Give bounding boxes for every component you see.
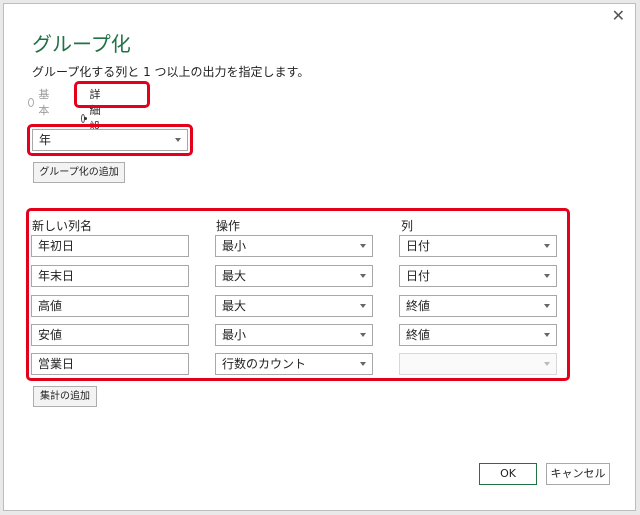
cancel-button[interactable]: キャンセル — [546, 463, 610, 485]
highlight-group-by — [27, 124, 193, 156]
column-value: 日付 — [406, 239, 431, 253]
operation-value: 最小 — [222, 328, 247, 342]
highlight-advanced — [74, 81, 150, 108]
chevron-down-icon — [360, 304, 366, 308]
column-select[interactable]: 日付 — [399, 265, 557, 287]
column-value: 終値 — [406, 299, 431, 313]
operation-value: 行数のカウント — [222, 357, 307, 371]
column-select-disabled — [399, 353, 557, 375]
add-aggregation-button[interactable]: 集計の追加 — [33, 386, 97, 407]
radio-basic-label: 基本 — [38, 88, 50, 117]
new-column-name-input[interactable]: 安値 — [31, 324, 189, 346]
new-column-name-input[interactable]: 高値 — [31, 295, 189, 317]
column-select[interactable]: 終値 — [399, 324, 557, 346]
radio-basic-circle-icon — [28, 97, 35, 107]
radio-advanced-circle-icon — [81, 113, 88, 123]
dialog-title: グループ化 — [32, 32, 131, 56]
operation-select[interactable]: 行数のカウント — [215, 353, 373, 375]
chevron-down-icon — [360, 274, 366, 278]
close-icon[interactable]: ✕ — [612, 8, 625, 24]
new-column-name-input[interactable]: 営業日 — [31, 353, 189, 375]
operation-value: 最大 — [222, 269, 247, 283]
chevron-down-icon — [360, 244, 366, 248]
chevron-down-icon — [544, 362, 550, 366]
column-select[interactable]: 終値 — [399, 295, 557, 317]
column-value: 終値 — [406, 328, 431, 342]
operation-select[interactable]: 最大 — [215, 295, 373, 317]
operation-select[interactable]: 最大 — [215, 265, 373, 287]
new-column-name-input[interactable]: 年初日 — [31, 235, 189, 257]
chevron-down-icon — [544, 274, 550, 278]
radio-basic[interactable]: 基本 — [28, 86, 52, 118]
add-grouping-button[interactable]: グループ化の追加 — [33, 162, 125, 183]
operation-select[interactable]: 最小 — [215, 324, 373, 346]
operation-select[interactable]: 最小 — [215, 235, 373, 257]
chevron-down-icon — [360, 362, 366, 366]
column-select[interactable]: 日付 — [399, 235, 557, 257]
header-new-column-name: 新しい列名 — [32, 219, 93, 233]
operation-value: 最大 — [222, 299, 247, 313]
dialog-subtitle: グループ化する列と 1 つ以上の出力を指定します。 — [32, 65, 310, 79]
header-operation: 操作 — [216, 219, 241, 233]
chevron-down-icon — [544, 244, 550, 248]
ok-button[interactable]: OK — [479, 463, 537, 485]
chevron-down-icon — [360, 333, 366, 337]
new-column-name-input[interactable]: 年末日 — [31, 265, 189, 287]
chevron-down-icon — [544, 304, 550, 308]
chevron-down-icon — [544, 333, 550, 337]
header-column: 列 — [401, 219, 414, 233]
operation-value: 最小 — [222, 239, 247, 253]
column-value: 日付 — [406, 269, 431, 283]
